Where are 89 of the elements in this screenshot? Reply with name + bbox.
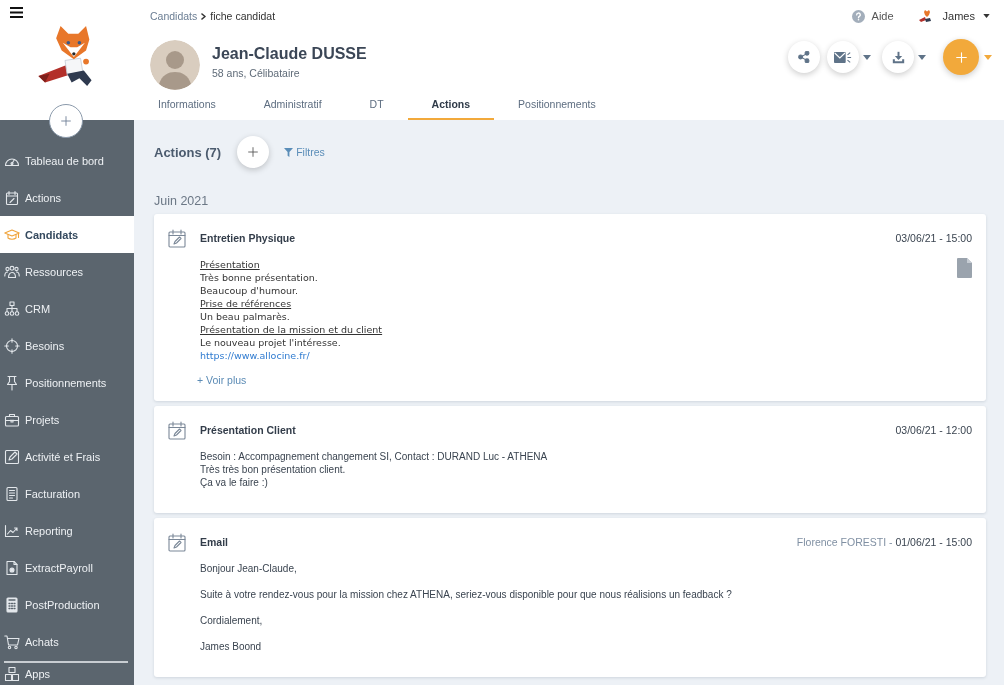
nav-item[interactable]: Tableau de bord [0, 142, 134, 179]
chevron-right-icon [201, 12, 207, 20]
email-paragraph: Bonjour Jean-Claude, [200, 562, 298, 575]
calendar-icon [168, 420, 186, 440]
card-author: Florence FORESTI - [796, 536, 893, 548]
plus-icon [955, 51, 967, 63]
note-text: Le nouveau projet l'intéresse. [200, 336, 341, 349]
profile-photo-placeholder [150, 40, 200, 90]
plus-icon [61, 116, 71, 126]
nav-item[interactable]: Projets [0, 401, 134, 438]
card-date: 01/06/21 - 15:00 [895, 536, 972, 548]
see-more-link[interactable]: + Voir plus [197, 374, 247, 387]
nav-item[interactable]: Positionnements [0, 364, 134, 401]
calculator-icon [4, 596, 20, 613]
cart-icon [4, 633, 20, 650]
nav-item[interactable]: Facturation [0, 475, 134, 512]
nav-item[interactable]: PostProduction [0, 586, 134, 623]
share-icon [798, 51, 810, 63]
fox-avatar-icon [918, 10, 931, 22]
card-date: 03/06/21 - 15:00 [895, 232, 972, 244]
caret-icon[interactable] [918, 54, 926, 60]
receipt-icon [4, 485, 20, 502]
line-chart-icon [4, 522, 20, 539]
nav-item[interactable]: ExtractPayroll [0, 549, 134, 586]
card-text: Ça va le faire :) [200, 476, 269, 489]
briefcase-icon [4, 411, 20, 428]
calendar-icon [4, 189, 20, 206]
people-icon [4, 263, 20, 280]
breadcrumb-current: fiche candidat [210, 10, 276, 22]
note-link[interactable]: https://www.allocine.fr/ [200, 349, 310, 362]
help-link[interactable]: Aide [851, 9, 894, 23]
candidate-details: 58 ans, Célibataire [212, 66, 301, 80]
download-icon [891, 50, 905, 64]
nav-item[interactable]: Reporting [0, 512, 134, 549]
tab[interactable]: Informations [134, 90, 240, 120]
filter-button[interactable]: Filtres [284, 146, 325, 158]
nav-item[interactable]: Achats [0, 623, 134, 660]
tab[interactable]: Positionnements [494, 90, 620, 120]
mail-button[interactable] [827, 41, 859, 73]
card-title: Email [200, 536, 228, 548]
graduation-cap-icon [4, 226, 20, 243]
breadcrumb-link[interactable]: Candidats [150, 10, 198, 22]
pencil-square-icon [4, 448, 20, 465]
calendar-icon [168, 532, 186, 552]
tab[interactable]: Actions [407, 90, 495, 120]
card-date: 03/06/21 - 12:00 [895, 424, 972, 436]
tab[interactable]: Administratif [239, 90, 346, 120]
add-button[interactable] [49, 104, 83, 138]
note-text: Très bonne présentation. [200, 271, 318, 284]
org-chart-icon [4, 300, 20, 317]
filter-icon [284, 147, 294, 157]
caret-icon[interactable] [863, 54, 871, 60]
plus-icon [248, 147, 259, 157]
download-button[interactable] [882, 41, 914, 73]
nav-item[interactable]: Candidats [0, 216, 134, 253]
file-icon[interactable] [957, 258, 972, 278]
user-menu[interactable]: James [918, 10, 990, 22]
nav-item[interactable]: Ressources [0, 253, 134, 290]
nav-item[interactable]: Activité et Frais [0, 438, 134, 475]
mail-icon [834, 50, 852, 64]
tab[interactable]: DT [345, 90, 408, 120]
email-paragraph: James Boond [200, 640, 263, 653]
note-heading: Prise de références [200, 297, 292, 310]
nav-item[interactable]: Actions [0, 179, 134, 216]
email-paragraph: Suite à votre rendez-vous pour la mission chez ATHENA, seriez-vous disponible pour que nous réalisions un feadback ? [200, 588, 733, 601]
card-title: Entretien Physique [200, 232, 296, 244]
card-text: Très très bon présentation client. [200, 463, 347, 476]
share-button[interactable] [788, 41, 820, 73]
note-text: Beaucoup d'humour. [200, 284, 299, 297]
email-paragraph: Cordialement, [200, 614, 264, 627]
note-heading: Présentation [200, 258, 260, 271]
document-icon [4, 559, 20, 576]
card-text: Besoin : Accompagnement changement SI, Contact : DURAND Luc - ATHENA [200, 450, 549, 463]
nav-item[interactable]: CRM [0, 290, 134, 327]
section-title: Actions (7) [154, 144, 222, 160]
help-icon [851, 9, 865, 23]
calendar-icon [168, 228, 186, 248]
pushpin-icon [4, 374, 20, 391]
cubes-icon [4, 666, 20, 682]
nav-item[interactable]: Apps [0, 664, 134, 684]
crosshair-icon [4, 337, 20, 354]
note-heading: Présentation de la mission et du client [200, 323, 383, 336]
note-text: Un beau palmarès. [200, 310, 290, 323]
caret-icon [983, 14, 990, 18]
menu-icon[interactable] [10, 7, 23, 18]
candidate-name: Jean-Claude DUSSE [212, 44, 367, 64]
nav-item[interactable]: Besoins [0, 327, 134, 364]
month-heading: Juin 2021 [154, 193, 210, 209]
card-title: Présentation Client [200, 424, 296, 436]
